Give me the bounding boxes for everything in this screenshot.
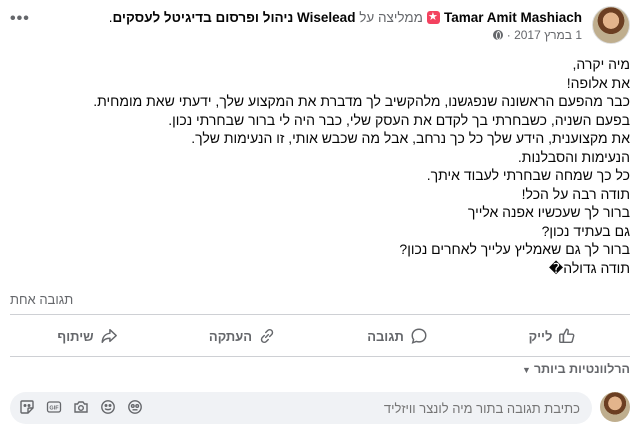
post-text: מיה יקרה, את אלופה! כבר מהפעם הראשונה שנ… — [10, 55, 630, 277]
post-date[interactable]: 1 במרץ 2017 · — [507, 28, 582, 42]
post-title-line: Tamar Amit Mashiach ממליצה על Wiselead ני… — [109, 9, 582, 26]
comment-tools: GIF — [18, 398, 144, 416]
comment-box[interactable]: GIF — [10, 392, 592, 424]
gif-icon[interactable]: GIF — [45, 398, 63, 416]
caret-down-icon: ▼ — [522, 365, 531, 375]
commenter-avatar — [600, 392, 630, 422]
link-icon — [260, 328, 274, 344]
share-label: שיתוף — [57, 328, 94, 344]
thumbs-up-icon — [559, 328, 575, 344]
post-line: ברור לך שעכשיו אפנה אלייך — [467, 204, 630, 220]
comment-label: תגובה — [367, 328, 404, 344]
share-button[interactable]: שיתוף — [10, 318, 165, 354]
comment-button[interactable]: תגובה — [320, 318, 475, 354]
post-line: כבר מהפעם הראשונה שנפגשנו, מלהקשיב לך מד… — [93, 93, 630, 109]
actions-divider-top — [10, 314, 630, 315]
post-line: הנעימות והסבלנות. — [517, 148, 630, 165]
post-line: את אלופה! — [566, 74, 630, 91]
post-header: Tamar Amit Mashiach ממליצה על Wiselead ני… — [10, 6, 630, 46]
like-label: לייק — [528, 328, 553, 344]
avatar-sticker-icon[interactable] — [126, 398, 144, 416]
post-meta: 1 במרץ 2017 · — [490, 28, 582, 42]
post-line: תודה גדולה� — [548, 259, 630, 276]
post-line: מיה יקרה, — [572, 56, 630, 72]
share-icon — [101, 328, 117, 344]
author-avatar[interactable] — [592, 6, 630, 44]
post-line: בפעם השניה, כשבחרתי בך לקדם את העסק שלי,… — [168, 111, 630, 128]
copy-label: העתקה — [208, 328, 253, 344]
globe-icon — [493, 30, 504, 40]
recommend-verb: ממליצה על — [359, 10, 423, 25]
post-line: גם בעתיד נכון? — [541, 222, 630, 239]
comment-composer: GIF — [10, 390, 630, 426]
comment-icon — [411, 328, 427, 344]
recommendation-post: Tamar Amit Mashiach ממליצה על Wiselead ני… — [0, 0, 640, 429]
comment-input[interactable] — [280, 401, 580, 416]
sticker-icon[interactable] — [18, 398, 36, 416]
comment-sort-dropdown[interactable]: הרלוונטיות ביותר▼ — [522, 362, 630, 376]
post-line: תודה רבה על הכל! — [521, 185, 630, 202]
actions-divider-bottom — [10, 356, 630, 357]
more-options-icon[interactable]: ••• — [10, 10, 30, 28]
emoji-icon[interactable] — [99, 398, 117, 416]
camera-icon[interactable] — [72, 398, 90, 416]
copy-button[interactable]: העתקה — [165, 318, 320, 354]
recommend-icon — [426, 9, 440, 26]
action-bar: לייק תגובה העתקה שיתוף — [10, 318, 630, 354]
page-name[interactable]: Wiselead ניהול ופרסום בדיגיטל לעסקים — [112, 10, 355, 25]
like-button[interactable]: לייק — [475, 318, 630, 354]
svg-text:GIF: GIF — [49, 406, 59, 412]
comments-count[interactable]: תגובה אחת — [10, 292, 73, 307]
post-line: את מקצוענית, הידע שלך כל כך נרחב, אבל מה… — [191, 130, 630, 146]
post-line: כל כך שמחה שבחרתי לעבוד איתך. — [426, 167, 630, 183]
post-line: ברור לך גם שאמליץ עלייך לאחרים נכון? — [399, 241, 630, 257]
author-name[interactable]: Tamar Amit Mashiach — [444, 10, 582, 25]
comment-sort-label: הרלוונטיות ביותר — [533, 362, 630, 376]
